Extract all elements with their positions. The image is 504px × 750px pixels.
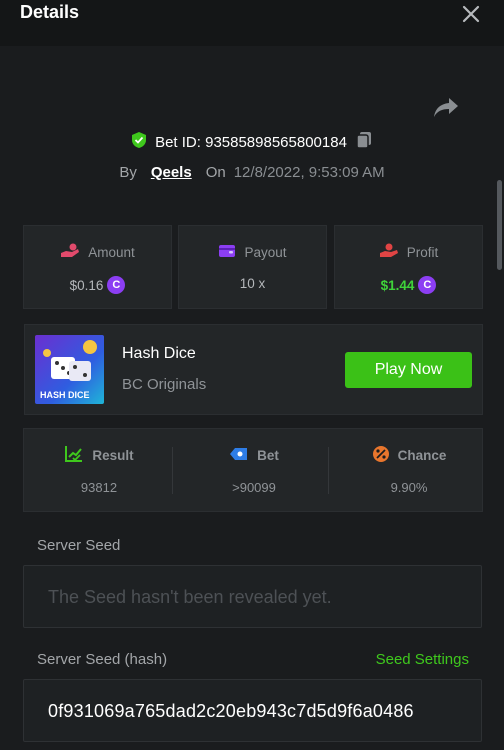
bet-value: >90099 — [232, 480, 276, 495]
game-provider: BC Originals — [122, 376, 207, 393]
result-box: Result 93812 Bet >90099 Chance 9.90% — [23, 428, 483, 512]
profit-box: Profit $1.44 C — [334, 225, 483, 309]
chance-label: Chance — [397, 448, 447, 463]
server-seed-hash-value: 0f931069a765dad2c20eb943c7d5d9f6a0486 — [48, 701, 414, 721]
coin-icon: C — [107, 276, 126, 294]
result-value: 93812 — [80, 480, 118, 495]
percent-icon — [372, 445, 390, 466]
payout-label: Payout — [244, 245, 287, 260]
server-seed-text: The Seed hasn't been revealed yet. — [48, 587, 332, 607]
bet-datetime: 12/8/2022, 9:53:09 AM — [233, 163, 385, 181]
shield-check-icon — [131, 131, 147, 153]
result-col: Result 93812 — [24, 429, 174, 513]
server-seed-field[interactable]: The Seed hasn't been revealed yet. — [23, 565, 482, 628]
hand-coin-icon — [60, 243, 80, 262]
server-seed-hash-label: Server Seed (hash) — [37, 651, 168, 668]
scrollbar[interactable] — [497, 180, 502, 270]
game-thumb-label: HASH DICE — [40, 390, 90, 400]
game-thumbnail[interactable]: HASH DICE — [35, 335, 104, 404]
divider — [328, 447, 329, 494]
play-now-button[interactable]: Play Now — [345, 352, 472, 388]
profit-label: Profit — [406, 245, 439, 260]
close-icon[interactable] — [458, 0, 484, 28]
bet-meta-row: By Qeels On 12/8/2022, 9:53:09 AM — [0, 161, 504, 183]
bet-id: Bet ID: 935858985658001​84 — [155, 133, 347, 151]
chance-col: Chance 9.90% — [334, 429, 484, 513]
profit-icon — [379, 243, 399, 262]
bet-id-row: Bet ID: 935858985658001​84 — [0, 131, 504, 153]
payout-value: 10 x — [239, 276, 266, 291]
seed-settings-link[interactable]: Seed Settings — [376, 651, 469, 668]
chance-value: 9.90% — [390, 480, 428, 495]
amount-value: $0.16 — [69, 277, 104, 293]
coin-icon: C — [418, 276, 437, 294]
game-card: HASH DICE Hash Dice BC Originals Play No… — [24, 324, 483, 415]
wallet-icon — [218, 243, 236, 262]
tag-icon — [229, 445, 249, 466]
by-label: By — [119, 163, 137, 181]
result-label: Result — [92, 448, 134, 463]
bet-label: Bet — [257, 448, 279, 463]
amount-label: Amount — [88, 245, 135, 260]
page-title: Details — [20, 2, 80, 22]
amount-box: Amount $0.16 C — [23, 225, 172, 309]
chart-check-icon — [64, 445, 84, 466]
share-icon[interactable] — [432, 96, 460, 120]
bet-col: Bet >90099 — [179, 429, 329, 513]
game-name: Hash Dice — [122, 345, 196, 362]
user-link[interactable]: Qeels — [151, 164, 192, 181]
copy-icon[interactable] — [355, 131, 373, 153]
profit-value: $1.44 — [380, 277, 415, 293]
server-seed-label: Server Seed — [37, 537, 121, 554]
details-header: Details — [0, 0, 504, 46]
divider — [172, 447, 173, 494]
server-seed-hash-field[interactable]: 0f931069a765dad2c20eb943c7d5d9f6a0486 — [23, 679, 482, 742]
payout-box: Payout 10 x — [178, 225, 327, 309]
on-label: On — [205, 163, 226, 181]
